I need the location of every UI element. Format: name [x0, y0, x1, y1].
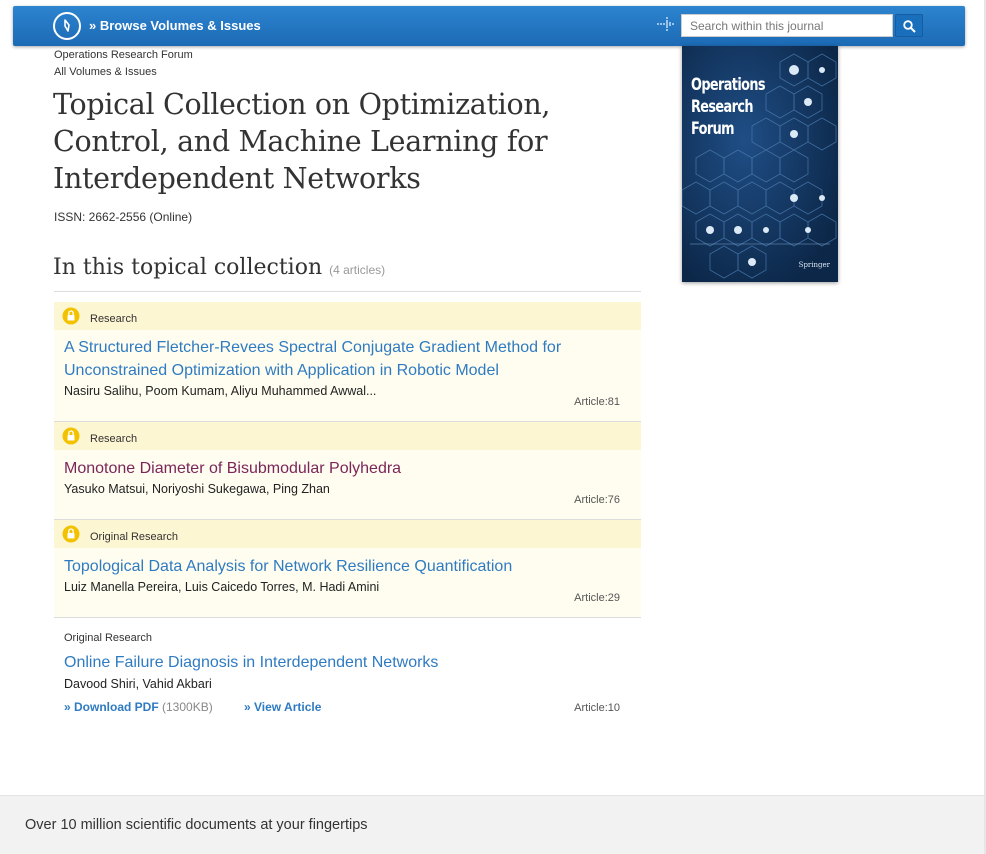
- download-pdf-label: » Download PDF: [64, 700, 159, 714]
- cover-publisher: Springer: [798, 261, 830, 269]
- browse-volumes-link[interactable]: » Browse Volumes & Issues: [89, 18, 261, 33]
- collection-heading-text: In this topical collection: [53, 255, 323, 280]
- article-type-label: Research: [90, 433, 138, 445]
- journal-search-input[interactable]: [681, 14, 893, 37]
- footer-tagline: Over 10 million scientific documents at …: [25, 817, 368, 833]
- article-number: Article:10: [574, 702, 620, 714]
- lock-icon: [62, 307, 80, 325]
- article-item: Original Research Online Failure Diagnos…: [54, 618, 641, 724]
- search-arrow-icon: [657, 17, 674, 31]
- article-authors: Luiz Manella Pereira, Luis Caicedo Torre…: [64, 580, 380, 594]
- article-item: Research Monotone Diameter of Bisubmodul…: [54, 422, 641, 520]
- heading-divider: [54, 291, 641, 292]
- article-number: Article:76: [574, 494, 620, 506]
- article-authors: Nasiru Salihu, Poom Kumam, Aliyu Muhamme…: [64, 384, 377, 398]
- search-icon: [903, 20, 916, 33]
- article-title-link[interactable]: A Structured Fletcher-Revees Spectral Co…: [64, 336, 604, 382]
- issn-text: ISSN: 2662-2556 (Online): [54, 210, 193, 224]
- view-article-link[interactable]: » View Article: [244, 700, 321, 714]
- article-authors: Davood Shiri, Vahid Akbari: [64, 677, 212, 691]
- page-title: Topical Collection on Optimization, Cont…: [53, 88, 551, 195]
- search-button[interactable]: [895, 14, 923, 37]
- article-item: Original Research Topological Data Analy…: [54, 520, 641, 618]
- lock-icon: [62, 427, 80, 445]
- journal-name-link[interactable]: Operations Research Forum: [54, 49, 193, 61]
- article-item: Research A Structured Fletcher-Revees Sp…: [54, 302, 641, 422]
- article-number: Article:81: [574, 396, 620, 408]
- article-title-link[interactable]: Online Failure Diagnosis in Interdepende…: [64, 651, 604, 674]
- top-nav-bar: » Browse Volumes & Issues: [13, 6, 965, 46]
- article-title-link[interactable]: Monotone Diameter of Bisubmodular Polyhe…: [64, 457, 604, 480]
- article-number: Article:29: [574, 592, 620, 604]
- article-type-row: Original Research: [54, 520, 641, 548]
- footer: Over 10 million scientific documents at …: [0, 796, 986, 854]
- article-type-label: Research: [90, 313, 138, 325]
- article-type-label: Original Research: [64, 632, 153, 644]
- collection-heading: In this topical collection (4 articles): [53, 255, 385, 280]
- lock-icon: [62, 525, 80, 543]
- article-title-link[interactable]: Topological Data Analysis for Network Re…: [64, 555, 604, 578]
- article-type-row: Research: [54, 422, 641, 450]
- article-type-row: Original Research: [54, 618, 641, 646]
- journal-cover-image[interactable]: Operations Research Forum Springer: [682, 46, 838, 282]
- download-pdf-link[interactable]: » Download PDF (1300KB): [64, 700, 213, 714]
- all-volumes-link[interactable]: All Volumes & Issues: [54, 66, 157, 78]
- compass-logo-icon[interactable]: [53, 12, 81, 40]
- article-type-label: Original Research: [90, 531, 179, 543]
- cover-title: Operations Research Forum: [691, 75, 766, 138]
- article-type-row: Research: [54, 302, 641, 330]
- pdf-size: (1300KB): [162, 700, 213, 714]
- article-count: (4 articles): [329, 263, 386, 277]
- article-authors: Yasuko Matsui, Noriyoshi Sukegawa, Ping …: [64, 482, 330, 496]
